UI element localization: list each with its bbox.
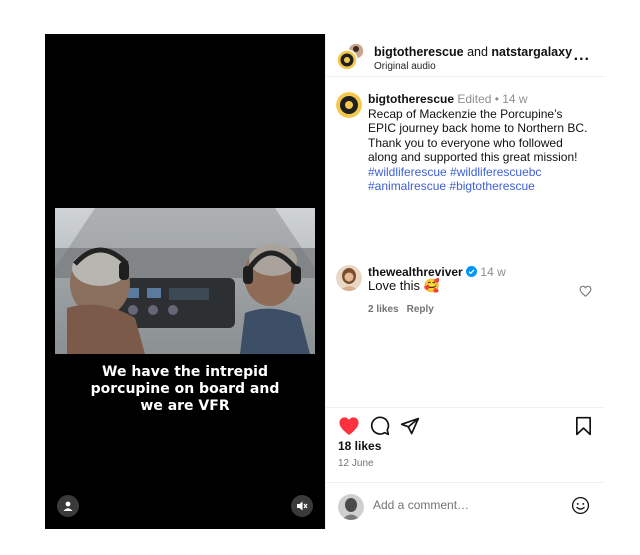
comment-input[interactable] [373,498,553,512]
bookmark-icon[interactable] [575,416,592,436]
post-date: 12 June [338,458,374,469]
verified-icon [466,266,478,277]
post-header: bigtotherescue and natstargalaxy Origina… [326,34,604,77]
caption-body: bigtotherescue Edited • 14 w Recap of Ma… [368,92,591,194]
user-icon [63,501,73,511]
video-frame [55,208,315,354]
caption-username[interactable]: bigtotherescue [368,92,454,106]
video-caption: We have the intrepid porcupine on board … [90,364,280,414]
likes-count[interactable]: 18 likes [338,439,381,453]
cockpit-image [55,208,315,354]
avatar [336,42,365,71]
comment-icon[interactable] [370,416,390,436]
post-side-panel: bigtotherescue and natstargalaxy Origina… [325,34,604,529]
post-actions: 18 likes 12 June [326,407,604,483]
caption-edited-time: Edited • 14 w [454,92,528,106]
avatar[interactable] [336,265,362,291]
caption-text: Recap of Mackenzie the Porcupine’s EPIC … [368,106,588,165]
header-username-1[interactable]: bigtotherescue [374,45,464,59]
hashtag-link[interactable]: #bigtotherescue [449,179,534,193]
hashtag-list: #wildliferescue #wildliferescuebc #anima… [368,165,541,194]
comment-like-icon[interactable] [579,285,592,297]
mute-icon [297,501,308,511]
mute-button[interactable] [291,495,313,517]
header-username-2[interactable]: natstargalaxy [491,45,572,59]
header-joiner: and [463,45,492,59]
comment-likes[interactable]: 2 likes [368,304,399,315]
tagged-users-button[interactable] [57,495,79,517]
collab-avatars[interactable] [336,42,366,72]
avatar [338,494,364,520]
video-player[interactable]: We have the intrepid porcupine on board … [45,34,325,529]
comment-time: 14 w [480,265,506,279]
emoji-icon[interactable] [571,496,590,515]
comment-body: thewealthreviver 14 w Love this 🥰 2 like… [368,265,594,317]
action-row [338,414,592,438]
post-dialog: We have the intrepid porcupine on board … [45,34,604,529]
comment-text: Love this 🥰 [368,278,440,293]
original-audio-link[interactable]: Original audio [374,61,436,72]
add-comment-bar [326,482,604,530]
comment-username[interactable]: thewealthreviver [368,265,463,279]
comment-meta: 2 likes Reply [368,303,594,317]
avatar[interactable] [336,92,362,118]
heart-icon[interactable] [338,416,360,436]
caption-block: bigtotherescue Edited • 14 w Recap of Ma… [336,92,591,194]
hashtag-link[interactable]: #wildliferescue [368,165,447,179]
hashtag-link[interactable]: #wildliferescuebc [450,165,541,179]
collab-usernames: bigtotherescue and natstargalaxy [374,45,572,59]
hashtag-link[interactable]: #animalrescue [368,179,446,193]
more-icon[interactable]: ... [574,47,590,65]
reply-button[interactable]: Reply [407,304,434,315]
comments-section: bigtotherescue Edited • 14 w Recap of Ma… [326,77,604,407]
share-icon[interactable] [400,416,420,436]
comment-item: thewealthreviver 14 w Love this 🥰 2 like… [336,265,594,317]
